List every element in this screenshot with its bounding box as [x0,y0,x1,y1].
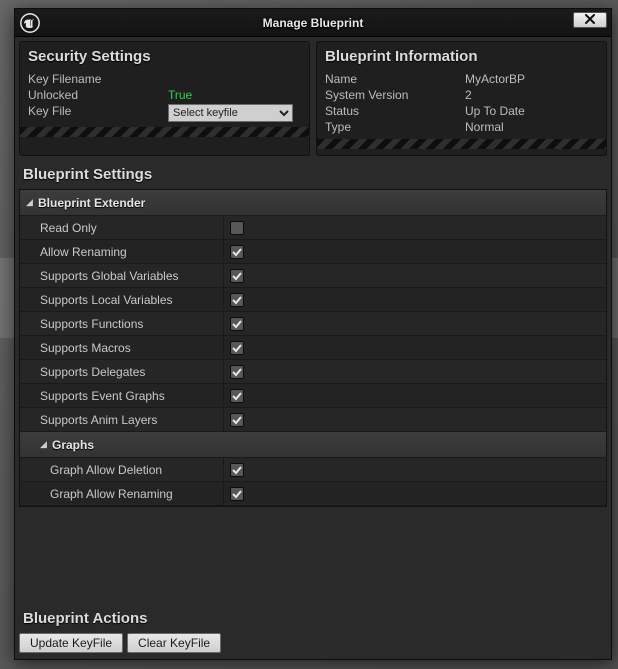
blueprint-info-panel: Blueprint Information NameMyActorBP Syst… [316,41,607,156]
prop-supports-macros: Supports Macros [20,336,606,360]
prop-supports-delegates: Supports Delegates [20,360,606,384]
prop-supports-local-variables: Supports Local Variables [20,288,606,312]
bp-sysver-label: System Version [325,88,465,102]
checkbox-supports-local-variables[interactable] [230,293,244,307]
prop-supports-global-variables: Supports Global Variables [20,264,606,288]
prop-graph-allow-renaming: Graph Allow Renaming [20,482,606,506]
hatch-divider [20,127,309,137]
clear-keyfile-button[interactable]: Clear KeyFile [127,633,221,653]
checkbox-supports-delegates[interactable] [230,365,244,379]
bp-status-value: Up To Date [465,104,525,118]
key-filename-label: Key Filename [28,72,168,86]
unlocked-label: Unlocked [28,88,168,102]
close-button[interactable] [573,12,607,28]
window-title: Manage Blueprint [15,16,611,30]
checkbox-graph-allow-deletion[interactable] [230,463,244,477]
expand-icon: ◢ [40,439,52,450]
prop-allow-renaming: Allow Renaming [20,240,606,264]
security-settings-panel: Security Settings Key Filename UnlockedT… [19,41,310,156]
bp-name-label: Name [325,72,465,86]
bp-status-label: Status [325,104,465,118]
bp-sysver-value: 2 [465,88,472,102]
prop-supports-functions: Supports Functions [20,312,606,336]
checkbox-supports-event-graphs[interactable] [230,389,244,403]
category-blueprint-extender[interactable]: ◢ Blueprint Extender [20,190,606,216]
category-graphs[interactable]: ◢ Graphs [20,432,606,458]
key-file-select[interactable]: Select keyfile [168,104,293,122]
blueprint-settings-grid: ◢ Blueprint Extender Read Only Allow Ren… [19,189,607,507]
prop-read-only: Read Only [20,216,606,240]
titlebar: Manage Blueprint [15,9,611,37]
blueprint-actions-heading: Blueprint Actions [15,610,611,633]
checkbox-supports-macros[interactable] [230,341,244,355]
blueprint-info-heading: Blueprint Information [317,42,606,71]
bp-type-value: Normal [465,120,504,134]
blueprint-settings-heading: Blueprint Settings [15,156,611,189]
bp-type-label: Type [325,120,465,134]
checkbox-read-only[interactable] [230,221,244,235]
checkbox-graph-allow-renaming[interactable] [230,487,244,501]
checkbox-supports-functions[interactable] [230,317,244,331]
checkbox-supports-anim-layers[interactable] [230,413,244,427]
blueprint-actions-bar: Update KeyFile Clear KeyFile [15,633,611,659]
checkbox-allow-renaming[interactable] [230,245,244,259]
close-icon [585,14,595,27]
key-file-label: Key File [28,104,168,122]
hatch-divider [317,139,606,149]
unlocked-value: True [168,88,192,102]
prop-supports-event-graphs: Supports Event Graphs [20,384,606,408]
prop-graph-allow-deletion: Graph Allow Deletion [20,458,606,482]
security-settings-heading: Security Settings [20,42,309,71]
bp-name-value: MyActorBP [465,72,525,86]
manage-blueprint-window: Manage Blueprint Security Settings Key F… [14,8,612,660]
checkbox-supports-global-variables[interactable] [230,269,244,283]
expand-icon: ◢ [26,197,38,208]
prop-supports-anim-layers: Supports Anim Layers [20,408,606,432]
unreal-logo-icon [19,12,41,34]
update-keyfile-button[interactable]: Update KeyFile [19,633,123,653]
